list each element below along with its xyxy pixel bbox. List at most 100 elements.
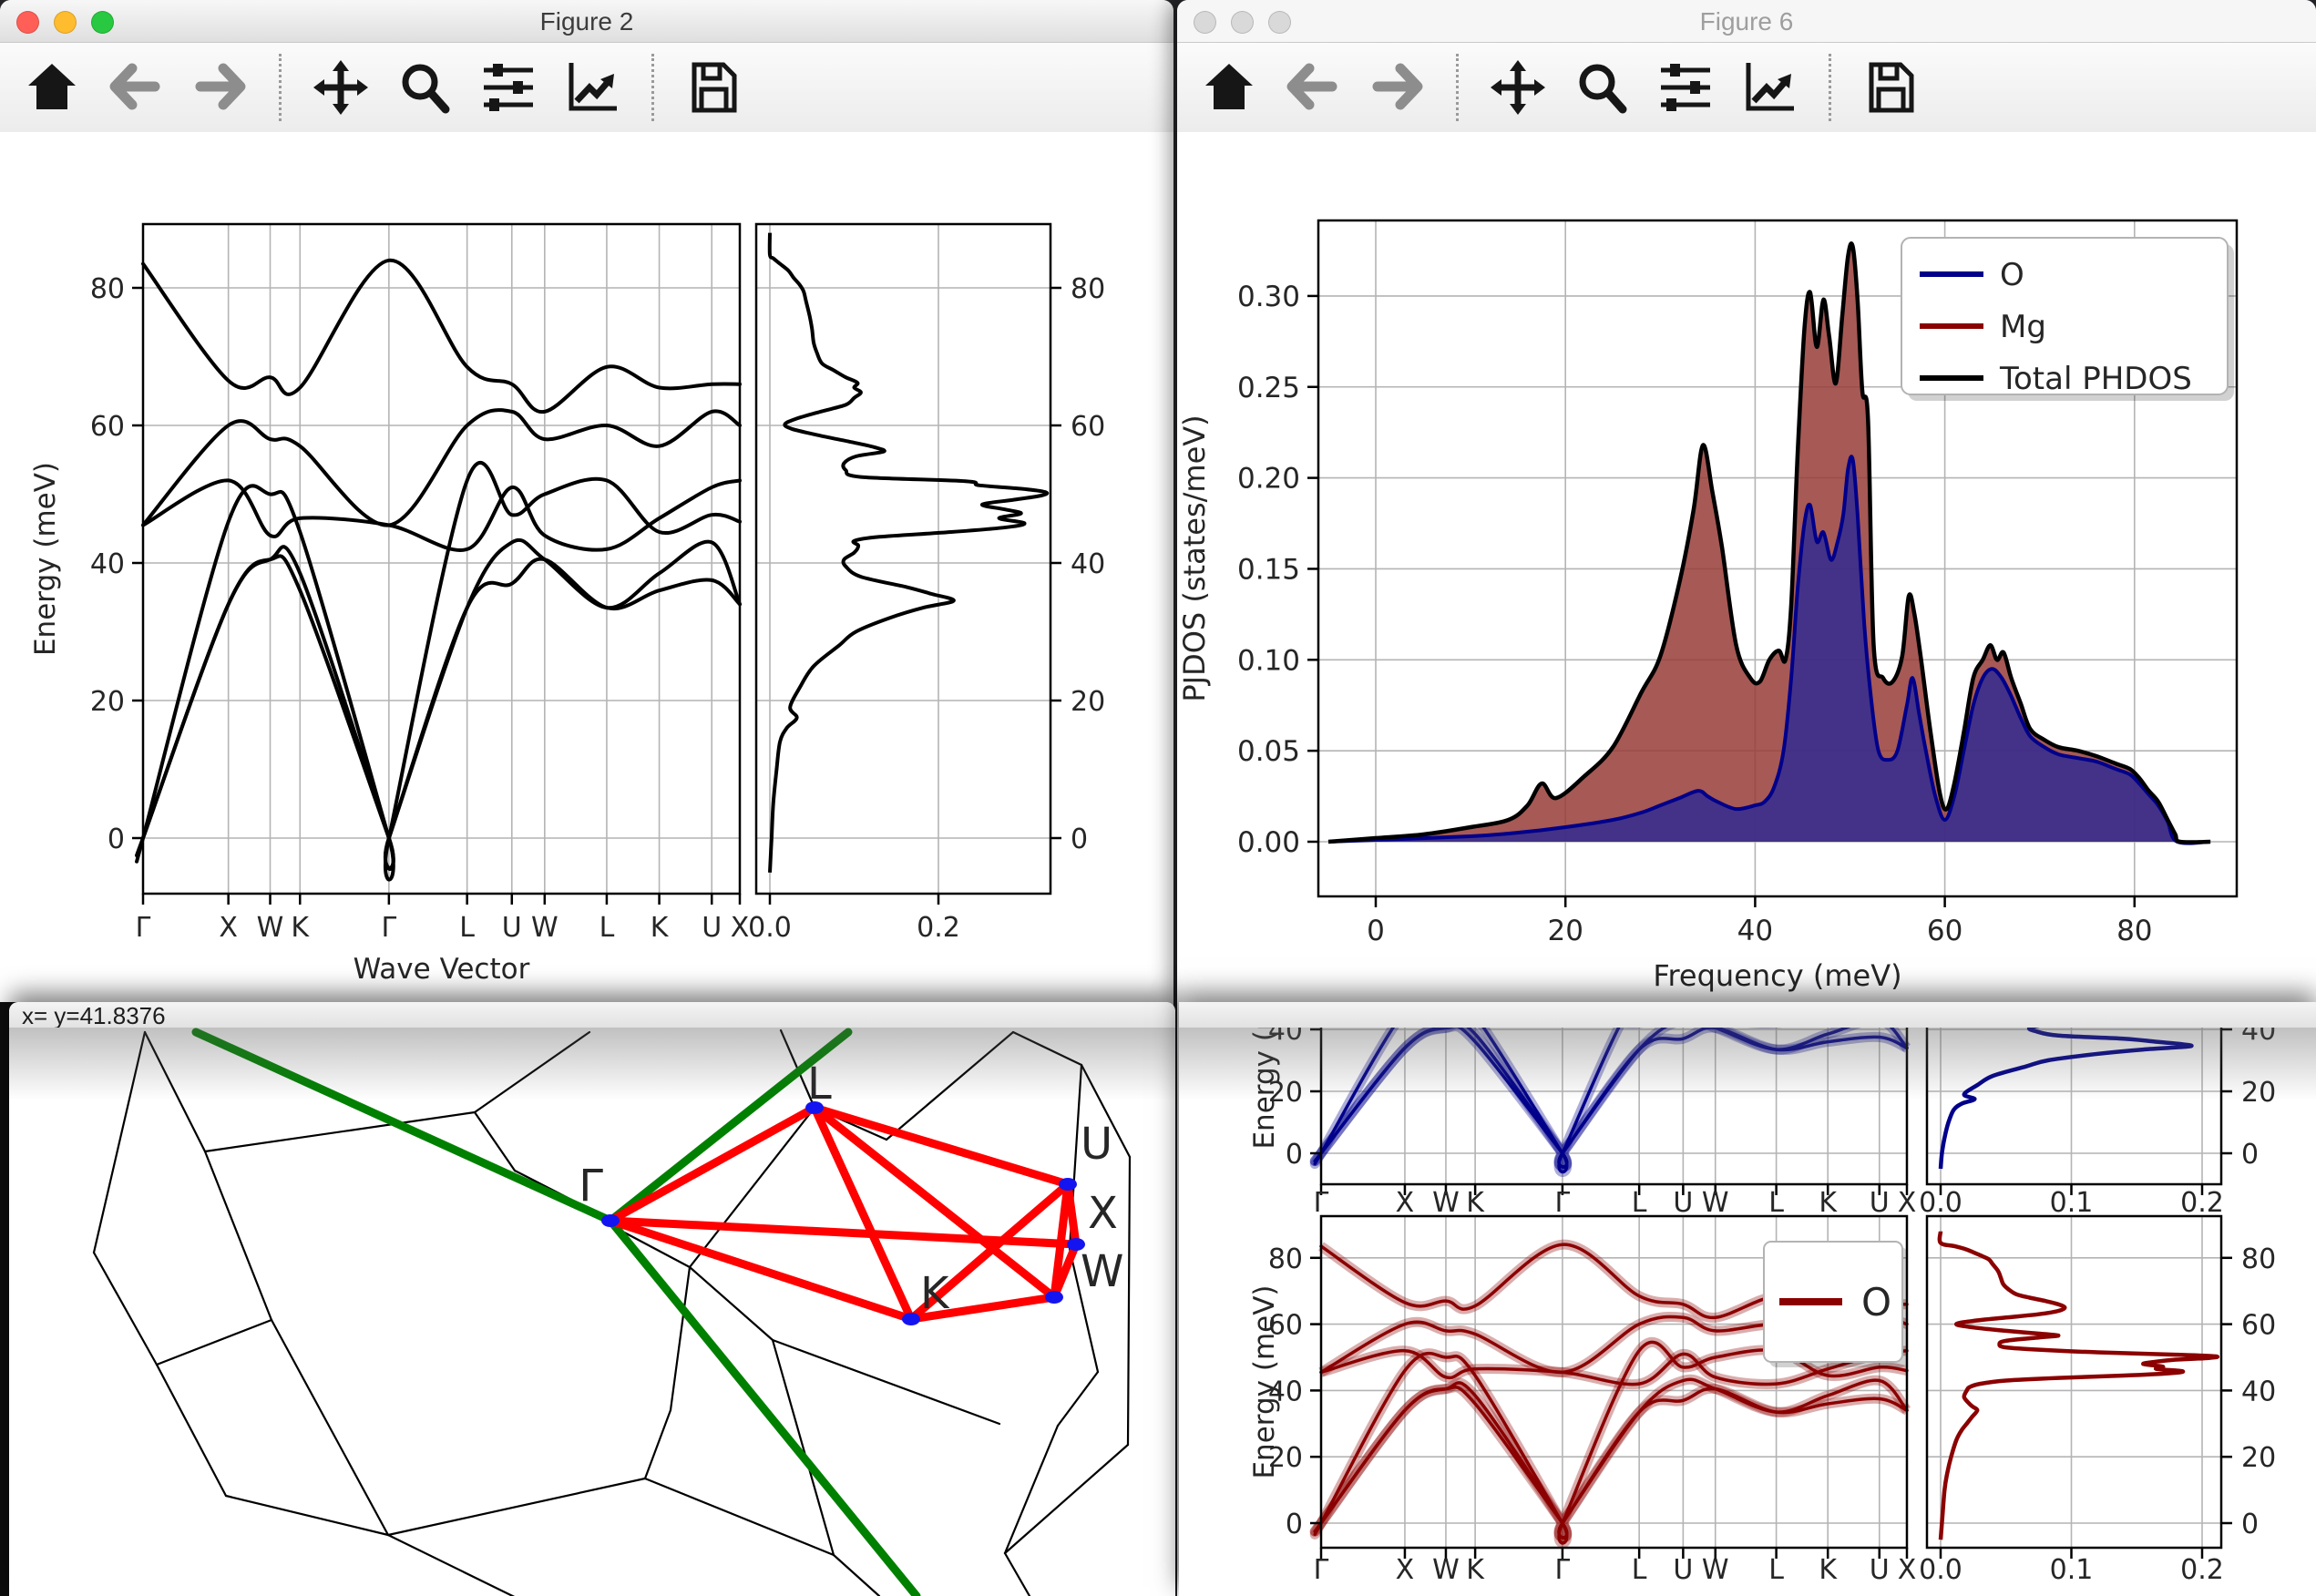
svg-text:K: K <box>920 1268 950 1319</box>
forward-icon[interactable] <box>191 59 248 116</box>
svg-text:0.00: 0.00 <box>1237 826 1300 859</box>
svg-text:L: L <box>1632 1187 1647 1219</box>
svg-text:0: 0 <box>2241 1139 2259 1171</box>
svg-text:U: U <box>1673 1554 1693 1586</box>
svg-text:20: 20 <box>2241 1442 2276 1474</box>
svg-text:W: W <box>1432 1187 1460 1219</box>
svg-text:0.05: 0.05 <box>1237 735 1300 768</box>
svg-text:Γ: Γ <box>1314 1554 1329 1586</box>
home-icon[interactable] <box>1201 59 1257 116</box>
customize-icon[interactable] <box>1741 59 1798 116</box>
svg-text:W: W <box>1432 1554 1460 1586</box>
svg-text:X: X <box>1396 1187 1415 1219</box>
svg-text:W: W <box>1702 1187 1729 1219</box>
svg-text:X: X <box>1396 1554 1415 1586</box>
svg-text:40: 40 <box>1071 548 1105 580</box>
titlebar-figure-2[interactable]: Figure 2 <box>0 0 1173 43</box>
toolbar-figure-6 <box>1177 43 2316 133</box>
svg-text:W: W <box>531 912 559 944</box>
zoom-rect-icon[interactable] <box>396 59 453 116</box>
svg-text:0.2: 0.2 <box>2180 1554 2224 1586</box>
svg-text:K: K <box>651 912 670 944</box>
svg-text:20: 20 <box>90 686 125 718</box>
svg-text:0.0: 0.0 <box>1919 1187 1962 1219</box>
pan-icon[interactable] <box>313 59 369 116</box>
svg-text:Γ: Γ <box>136 912 151 944</box>
cursor-coordinates: x= y=41.8376 <box>22 1002 166 1030</box>
svg-text:U: U <box>502 912 522 944</box>
save-icon[interactable] <box>685 59 742 116</box>
svg-text:80: 80 <box>1071 273 1105 305</box>
svg-text:X: X <box>731 912 750 944</box>
svg-text:U: U <box>1081 1119 1112 1170</box>
svg-text:Energy (meV): Energy (meV) <box>29 462 62 656</box>
svg-text:O: O <box>1861 1280 1891 1325</box>
svg-text:L: L <box>459 912 475 944</box>
svg-text:O: O <box>2000 257 2024 293</box>
svg-text:0: 0 <box>108 824 125 855</box>
svg-text:Γ: Γ <box>382 912 397 944</box>
svg-text:60: 60 <box>1071 411 1105 443</box>
svg-text:0.20: 0.20 <box>1237 463 1300 496</box>
svg-text:80: 80 <box>90 273 125 305</box>
svg-text:Γ: Γ <box>1555 1554 1571 1586</box>
statusbar-projected-bands[interactable] <box>1179 1002 2316 1028</box>
subplots-icon[interactable] <box>480 59 537 116</box>
back-icon[interactable] <box>108 59 164 116</box>
svg-text:0.1: 0.1 <box>2050 1554 2094 1586</box>
home-icon[interactable] <box>24 59 80 116</box>
svg-text:80: 80 <box>1268 1243 1303 1275</box>
svg-text:Γ: Γ <box>579 1161 603 1212</box>
window-projected-bands: 02040ΓXWKΓLUWLKUXEnergy (meV)0.00.10.202… <box>1179 1002 2316 1596</box>
svg-text:L: L <box>807 1059 832 1110</box>
svg-text:X: X <box>219 912 238 944</box>
window-title: Figure 6 <box>1177 7 2316 36</box>
svg-text:Frequency (meV): Frequency (meV) <box>1653 958 1901 993</box>
svg-text:Wave Vector: Wave Vector <box>354 953 530 986</box>
svg-text:0: 0 <box>1071 824 1088 855</box>
svg-text:U: U <box>702 912 722 944</box>
customize-icon[interactable] <box>564 59 620 116</box>
toolbar-separator <box>279 54 282 121</box>
svg-text:0.2: 0.2 <box>2180 1187 2224 1219</box>
svg-text:0.2: 0.2 <box>917 912 960 944</box>
toolbar-separator <box>651 54 654 121</box>
svg-text:L: L <box>1768 1554 1784 1586</box>
figure2-canvas-band-structure[interactable]: 020406080ΓXWKΓLUWLKUXEnergy (meV)Wave Ve… <box>0 132 1173 1006</box>
svg-text:Γ: Γ <box>1314 1187 1329 1219</box>
svg-text:0.30: 0.30 <box>1237 281 1300 313</box>
statusbar-coordinates[interactable]: x= y=41.8376 <box>9 1002 1175 1028</box>
brillouin-zone-canvas[interactable]: Γ L UXW K <box>9 1028 1175 1596</box>
svg-text:X: X <box>1898 1187 1917 1219</box>
svg-text:W: W <box>257 912 284 944</box>
svg-text:K: K <box>1819 1554 1838 1586</box>
svg-text:L: L <box>1632 1554 1647 1586</box>
titlebar-figure-6[interactable]: Figure 6 <box>1177 0 2316 43</box>
svg-text:L: L <box>599 912 615 944</box>
svg-text:0.0: 0.0 <box>748 912 792 944</box>
svg-text:80: 80 <box>2241 1243 2276 1275</box>
svg-text:60: 60 <box>1927 915 1962 947</box>
save-icon[interactable] <box>1862 59 1919 116</box>
svg-text:0: 0 <box>1286 1509 1303 1540</box>
window-title: Figure 2 <box>0 7 1173 36</box>
svg-text:60: 60 <box>2241 1310 2276 1342</box>
svg-text:20: 20 <box>2241 1077 2276 1109</box>
svg-text:0.1: 0.1 <box>2050 1187 2094 1219</box>
svg-text:U: U <box>1870 1554 1890 1586</box>
svg-text:X: X <box>1088 1188 1118 1239</box>
svg-text:U: U <box>1870 1187 1890 1219</box>
toolbar-separator <box>1829 54 1831 121</box>
svg-text:Energy (meV): Energy (meV) <box>1248 1284 1281 1478</box>
back-icon[interactable] <box>1285 59 1341 116</box>
svg-text:W: W <box>1081 1246 1123 1297</box>
subplots-icon[interactable] <box>1657 59 1714 116</box>
pan-icon[interactable] <box>1490 59 1546 116</box>
forward-icon[interactable] <box>1368 59 1425 116</box>
svg-text:Γ: Γ <box>1555 1187 1571 1219</box>
projected-bands-canvas[interactable]: 02040ΓXWKΓLUWLKUXEnergy (meV)0.00.10.202… <box>1179 1028 2316 1596</box>
toolbar-figure-2 <box>0 43 1173 133</box>
svg-text:0: 0 <box>1367 915 1385 947</box>
zoom-rect-icon[interactable] <box>1573 59 1630 116</box>
svg-text:Mg: Mg <box>2000 309 2046 345</box>
